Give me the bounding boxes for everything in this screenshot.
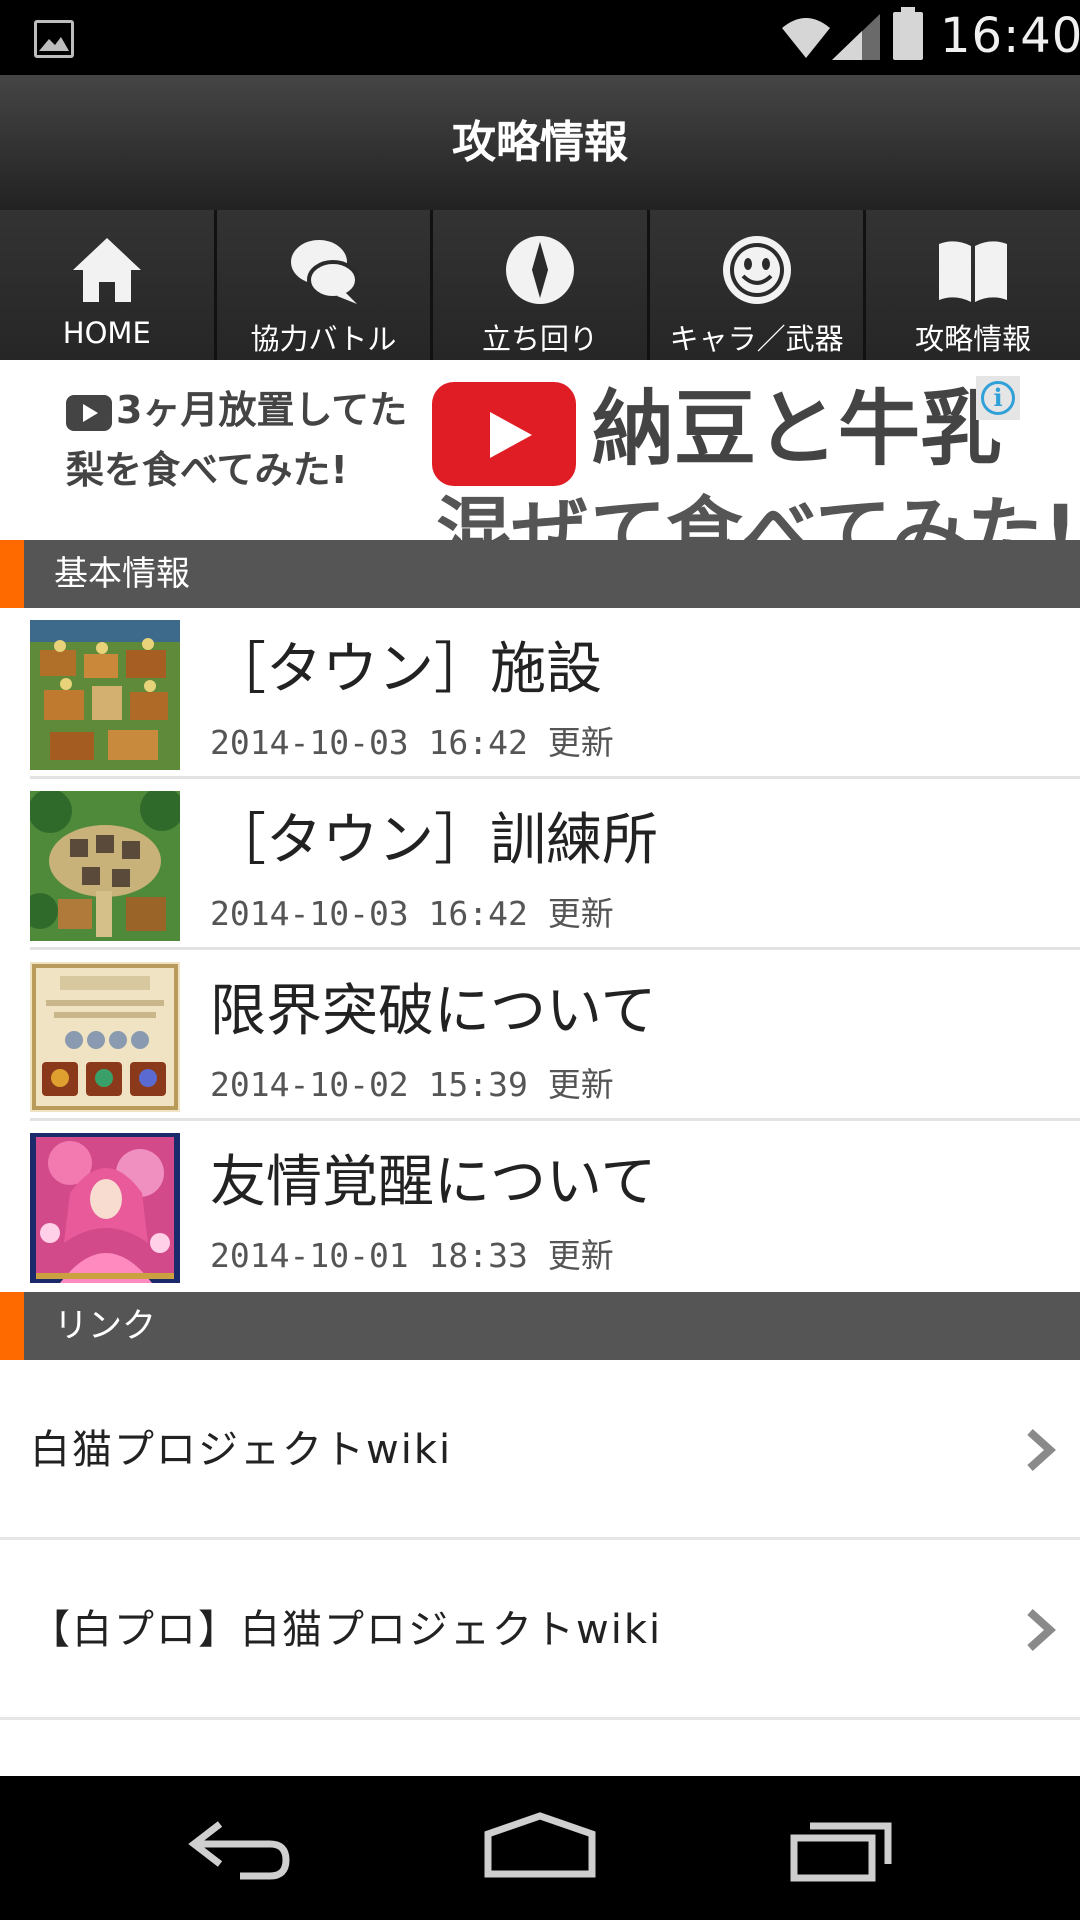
tab-tactics[interactable]: 立ち回り — [433, 210, 650, 360]
article-title: 限界突破について — [210, 979, 657, 1044]
ad-left-line1: 3ヶ月放置してた — [116, 388, 408, 432]
signal-icon — [832, 14, 880, 60]
tab-characters-weapons-label: キャラ／武器 — [669, 322, 844, 356]
ad-headline-line2: 混ぜて食べてみた! — [436, 488, 1078, 540]
section-header-basic-info: 基本情報 — [0, 540, 1080, 608]
section-accent — [0, 540, 24, 608]
clock: 16:40 — [940, 8, 1080, 64]
title-bar: 攻略情報 — [0, 75, 1080, 210]
tab-coop-battle[interactable]: 協力バトル — [216, 210, 434, 360]
tab-strategy-info[interactable]: 攻略情報 — [866, 210, 1080, 360]
status-bar: 16:40 — [0, 0, 1080, 75]
book-icon — [939, 241, 1008, 302]
back-icon[interactable] — [180, 1804, 300, 1894]
gallery-notification-icon — [34, 20, 74, 58]
recent-apps-icon[interactable] — [780, 1804, 900, 1894]
ad-info-icon[interactable]: i — [976, 376, 1020, 420]
ad-left-text: 3ヶ月放置してた 梨を食べてみた! — [66, 380, 418, 500]
ad-banner[interactable]: 3ヶ月放置してた 梨を食べてみた! 納豆と牛乳 混ぜて食べてみた! i — [0, 360, 1080, 540]
link-item[interactable]: 【白プロ】白猫プロジェクトwiki — [0, 1540, 1080, 1720]
article-date: 2014-10-03 16:42 更新 — [210, 894, 614, 933]
article-date: 2014-10-01 18:33 更新 — [210, 1236, 614, 1275]
compass-icon — [505, 236, 574, 304]
tab-characters-weapons[interactable]: キャラ／武器 — [649, 210, 867, 360]
town-training-thumbnail — [30, 791, 180, 941]
home-nav-icon[interactable] — [480, 1804, 600, 1894]
tab-tactics-label: 立ち回り — [481, 322, 598, 356]
tab-home[interactable]: HOME — [0, 210, 217, 360]
ad-info-glyph: i — [981, 381, 1015, 415]
link-label: 白猫プロジェクトwiki — [30, 1427, 453, 1473]
tab-home-label: HOME — [62, 316, 151, 350]
link-label: 【白プロ】白猫プロジェクトwiki — [30, 1607, 663, 1653]
article-date: 2014-10-02 15:39 更新 — [210, 1065, 614, 1104]
limit-break-thumbnail — [30, 962, 180, 1112]
article-title: ［タウン］訓練所 — [210, 808, 658, 873]
section-header-links: リンク — [0, 1292, 1080, 1360]
divider — [0, 1717, 1080, 1720]
list-item[interactable]: ［タウン］訓練所 2014-10-03 16:42 更新 — [0, 779, 1080, 950]
list-item[interactable]: 限界突破について 2014-10-02 15:39 更新 — [0, 950, 1080, 1121]
wifi-icon — [782, 18, 830, 58]
chevron-right-icon — [1027, 1429, 1056, 1471]
page-title: 攻略情報 — [452, 117, 628, 168]
tab-coop-battle-label: 協力バトル — [250, 322, 397, 356]
section-title-links: リンク — [54, 1306, 156, 1346]
system-navigation-bar — [0, 1776, 1080, 1920]
town-facility-thumbnail — [30, 620, 180, 770]
ad-left-line2: 梨を食べてみた! — [66, 448, 348, 492]
link-item[interactable]: 白猫プロジェクトwiki — [0, 1360, 1080, 1540]
section-title-basic-info: 基本情報 — [54, 554, 190, 594]
smiley-icon — [722, 236, 791, 304]
list-item[interactable]: 友情覚醒について 2014-10-01 18:33 更新 — [0, 1121, 1080, 1292]
friendship-awakening-thumbnail — [30, 1133, 180, 1283]
home-icon — [72, 238, 141, 302]
ad-headline: 納豆と牛乳 — [592, 382, 1003, 477]
youtube-play-icon — [432, 382, 576, 486]
article-date: 2014-10-03 16:42 更新 — [210, 723, 614, 762]
youtube-mini-icon — [66, 394, 112, 431]
list-item[interactable]: ［タウン］施設 2014-10-03 16:42 更新 — [0, 608, 1080, 779]
article-title: ［タウン］施設 — [210, 637, 602, 702]
chat-bubbles-icon — [291, 240, 360, 304]
section-accent — [0, 1292, 24, 1360]
chevron-right-icon — [1027, 1609, 1056, 1651]
battery-icon — [893, 7, 923, 60]
tab-strategy-info-label: 攻略情報 — [915, 322, 1032, 356]
nav-tabs: HOME 協力バトル 立ち回り キャラ／武器 攻略情報 — [0, 210, 1080, 360]
article-title: 友情覚醒について — [210, 1150, 657, 1215]
